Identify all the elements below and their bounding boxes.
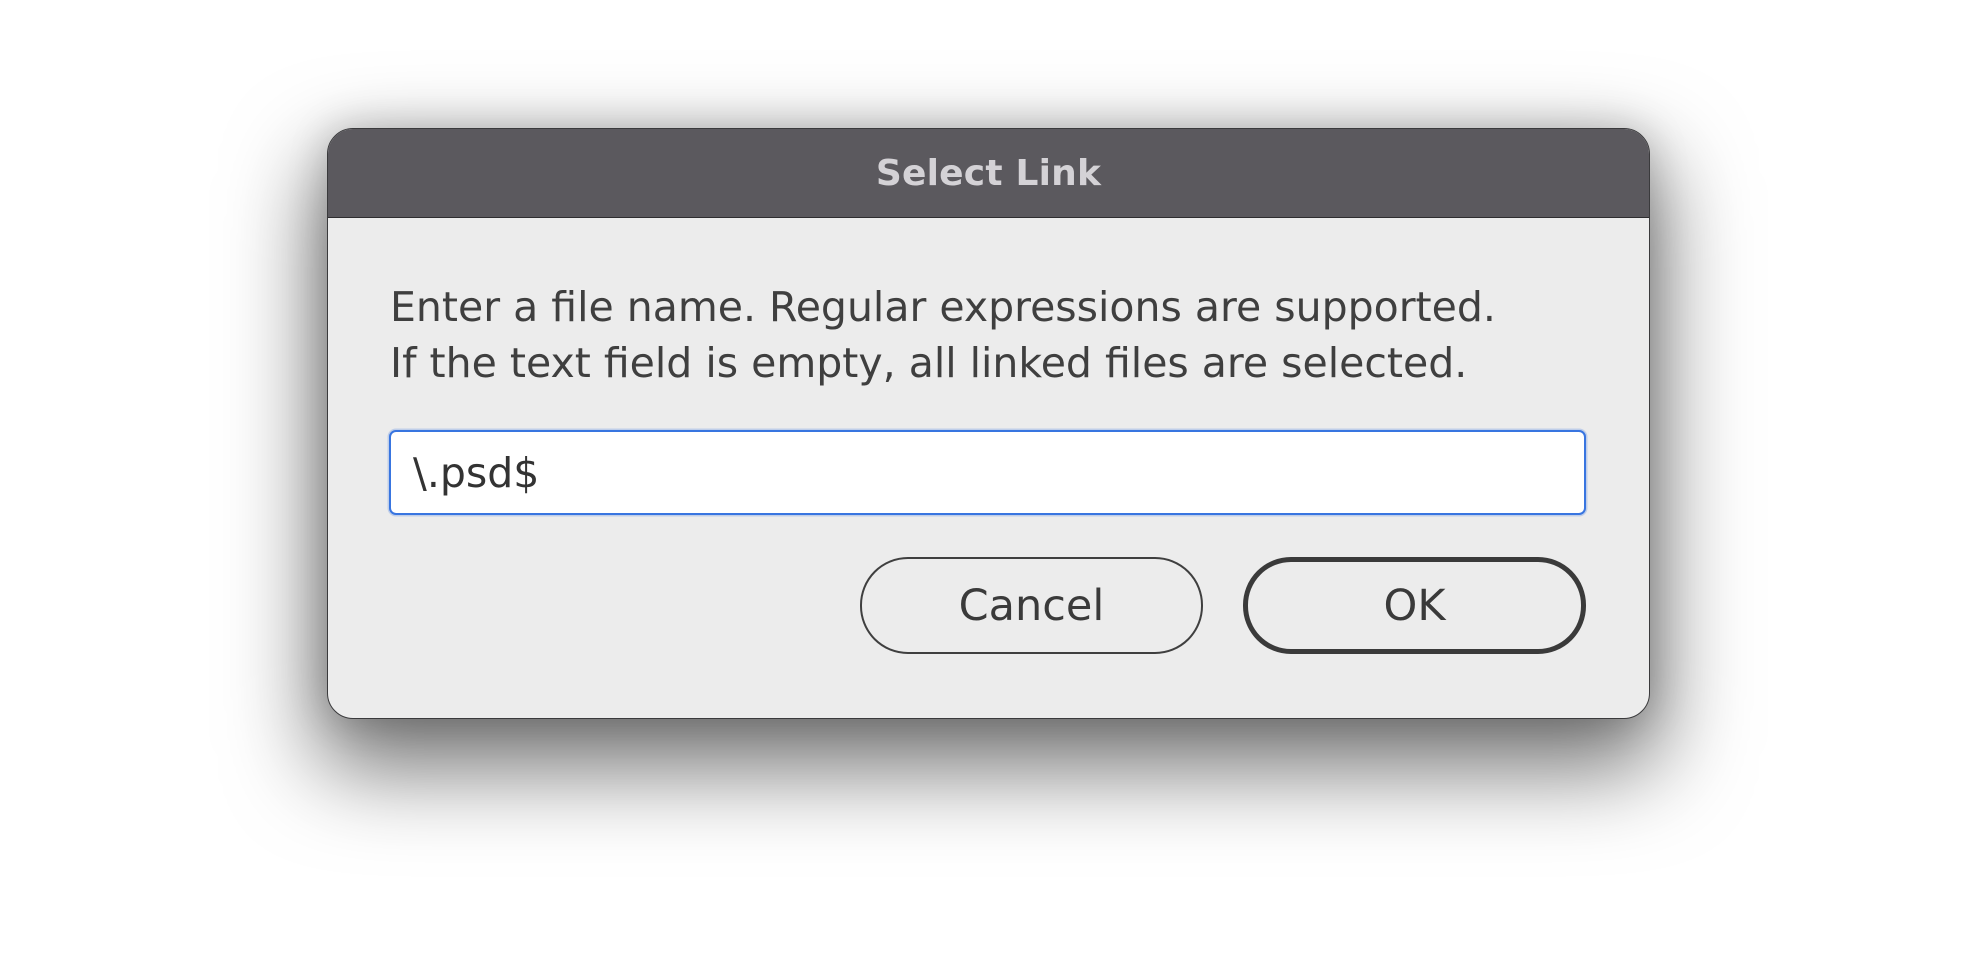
dialog-titlebar[interactable]: Select Link	[328, 129, 1649, 218]
message-line-1: Enter a file name. Regular expressions a…	[390, 283, 1496, 331]
ok-button[interactable]: OK	[1243, 557, 1586, 654]
dialog-title: Select Link	[875, 152, 1102, 194]
dialog-message: Enter a file name. Regular expressions a…	[390, 279, 1610, 391]
message-line-2: If the text field is empty, all linked f…	[390, 339, 1468, 387]
file-name-field[interactable]	[389, 430, 1586, 515]
file-name-input[interactable]	[391, 432, 1584, 513]
select-link-dialog: Select Link Enter a file name. Regular e…	[327, 128, 1650, 719]
cancel-button[interactable]: Cancel	[860, 557, 1203, 654]
